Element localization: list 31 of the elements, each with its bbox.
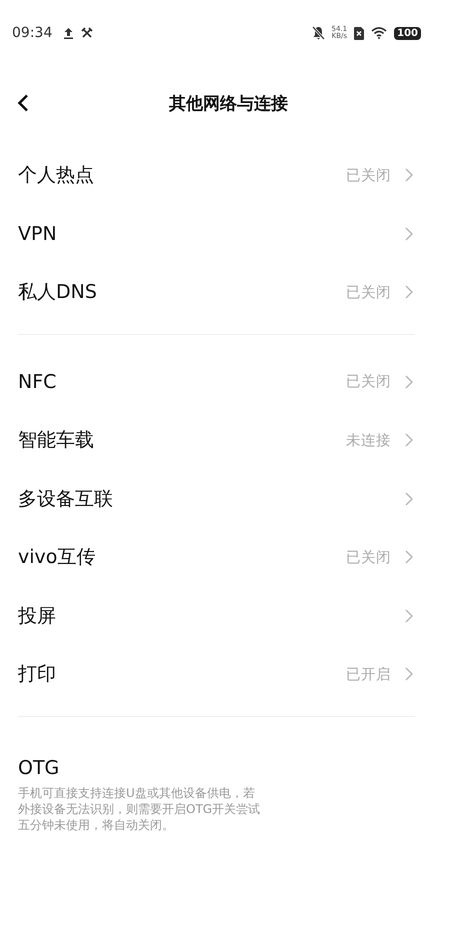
settings-item[interactable]: 投屏 xyxy=(18,586,457,645)
chevron-icon xyxy=(405,226,413,241)
sim-card-icon xyxy=(354,26,364,40)
chevron-icon xyxy=(405,285,413,300)
upload-icon xyxy=(63,27,74,39)
chevron-icon xyxy=(405,492,413,506)
settings-item[interactable]: 个人热点 已关闭 xyxy=(18,146,457,204)
bell-muted-icon xyxy=(312,26,325,40)
battery-level: 100 xyxy=(394,26,421,40)
settings-item[interactable]: VPN xyxy=(18,204,457,263)
description-line: 五分钟未使用，将自动关闭。 xyxy=(18,816,175,832)
wifi-icon xyxy=(371,27,388,39)
chevron-icon xyxy=(405,667,413,682)
chevron-icon xyxy=(405,168,413,182)
settings-item[interactable]: 私人DNS 已关闭 xyxy=(18,263,457,322)
back-icon[interactable] xyxy=(17,94,29,112)
settings-item[interactable]: 多设备互联 xyxy=(18,470,457,528)
page-title: 其他网络与连接 xyxy=(169,92,288,114)
description-line: 手机可直接支持连接U盘或其他设备供电，若 xyxy=(18,784,256,800)
chevron-icon xyxy=(405,433,413,448)
settings-item[interactable]: vivo互传 已关闭 xyxy=(18,528,457,586)
description-line: 外接设备无法识别，则需要开启OTG开关尝试 xyxy=(18,800,262,816)
chevron-icon xyxy=(405,374,413,389)
chevron-icon xyxy=(405,608,413,623)
chevron-icon xyxy=(405,550,413,564)
otg-title: OTG xyxy=(18,756,60,778)
settings-item[interactable]: NFC 已关闭 xyxy=(18,352,457,411)
tools-icon xyxy=(81,27,94,39)
settings-item[interactable]: 智能车载 未连接 xyxy=(18,411,457,470)
status-time: 09:34 xyxy=(12,25,52,41)
settings-item[interactable]: 打印 已开启 xyxy=(18,645,457,704)
